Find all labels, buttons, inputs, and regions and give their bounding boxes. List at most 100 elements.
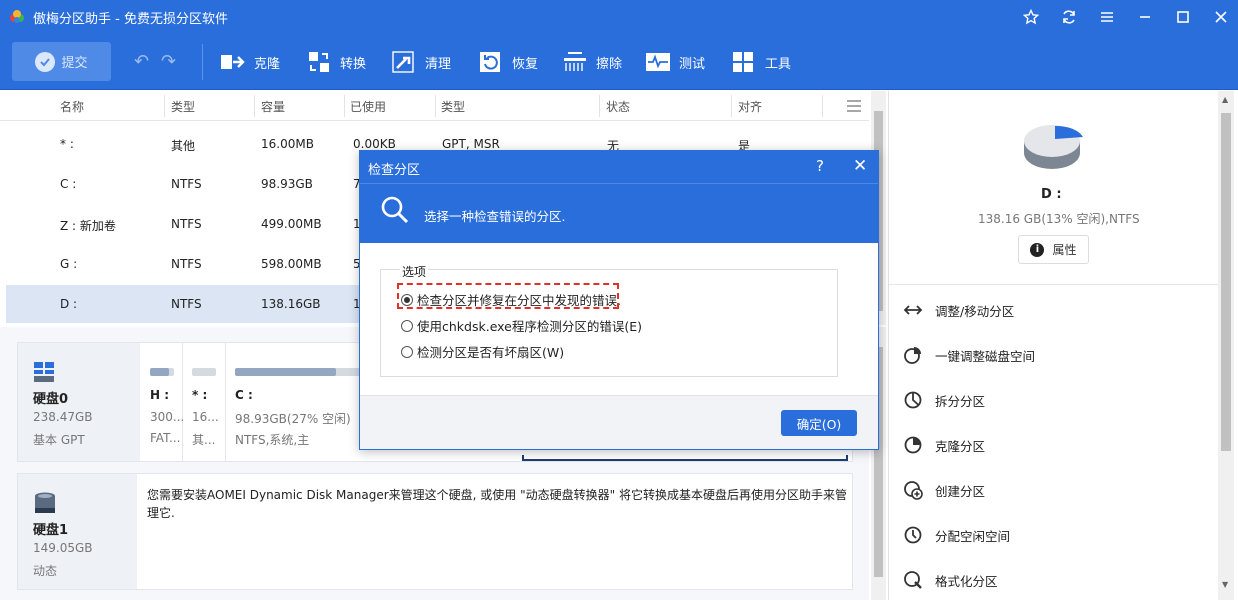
col-divider xyxy=(254,95,255,117)
col-fs-type[interactable]: 类型 xyxy=(441,98,465,115)
help-icon[interactable]: ? xyxy=(816,157,824,175)
scroll-down-icon[interactable]: ▼ xyxy=(1222,580,1228,589)
highlight-box xyxy=(397,283,619,309)
disk-usage-pie-icon xyxy=(1024,125,1083,169)
op-allocate-space[interactable]: 分配空闲空间 xyxy=(903,523,1010,547)
dialog-title: 检查分区 xyxy=(368,163,421,178)
hdd-disk-icon xyxy=(35,492,55,513)
info-icon: i xyxy=(1030,242,1045,257)
clone-icon xyxy=(221,55,245,69)
option-label: 检测分区是否有坏扇区(W) xyxy=(417,345,565,360)
disk1-name: 硬盘1 xyxy=(33,523,69,538)
minimize-icon[interactable] xyxy=(1132,5,1158,29)
operations-panel: D : 138.16 GB(13% 空闲),NTFS i 属性 调整/移动分区 … xyxy=(888,91,1219,600)
op-resize-move[interactable]: 调整/移动分区 xyxy=(903,298,1014,322)
selected-partition-block[interactable] xyxy=(522,455,848,461)
partition-block-c[interactable]: C : 98.93GB(27% 空闲) NTFS,系统,主 xyxy=(228,343,373,461)
dialog-footer: 确定(O) xyxy=(360,395,878,449)
wipe-label: 擦除 xyxy=(596,56,623,72)
ssd-disk-icon xyxy=(34,362,54,382)
undo-icon[interactable]: ↶ xyxy=(134,51,149,72)
cell-name: C : xyxy=(60,177,77,191)
clone-partition-icon xyxy=(904,436,922,454)
col-divider xyxy=(822,95,823,117)
op-format-partition[interactable]: 格式化分区 xyxy=(903,568,998,592)
wipe-icon xyxy=(564,52,586,71)
op-quick-adjust[interactable]: 一键调整磁盘空间 xyxy=(903,343,1035,367)
convert-button[interactable]: 转换 xyxy=(306,49,366,75)
col-size[interactable]: 容量 xyxy=(261,98,285,115)
recover-icon xyxy=(480,52,500,72)
option-bad-sectors[interactable]: 检测分区是否有坏扇区(W) xyxy=(401,342,564,361)
col-divider xyxy=(731,95,732,117)
partition-label: * : xyxy=(192,388,208,402)
col-type[interactable]: 类型 xyxy=(171,98,195,115)
clone-label: 克隆 xyxy=(254,56,281,72)
check-partition-dialog: 检查分区 ? ✕ 选择一种检查错误的分区. 选项 检查分区并修复在分区中发现的错… xyxy=(359,150,879,450)
properties-button[interactable]: i 属性 xyxy=(1018,235,1089,264)
partition-block[interactable]: H : 300... FAT... xyxy=(143,343,184,461)
submit-button[interactable]: 提交 xyxy=(12,42,111,81)
cleanup-label: 清理 xyxy=(425,56,452,72)
col-divider xyxy=(344,95,345,117)
wipe-button[interactable]: 擦除 xyxy=(562,49,622,75)
column-settings-icon[interactable] xyxy=(846,99,862,113)
create-partition-icon xyxy=(904,481,923,500)
scrollbar-thumb[interactable] xyxy=(1221,113,1231,451)
cell-type: 其他 xyxy=(171,139,196,153)
star-icon[interactable] xyxy=(1018,5,1044,29)
col-divider xyxy=(599,95,600,117)
disk1-card[interactable]: 硬盘1 149.05GB 动态 您需要安装AOMEI Dynamic Disk … xyxy=(17,473,853,590)
cell-name: G : xyxy=(60,257,78,271)
close-window-icon[interactable] xyxy=(1208,5,1234,29)
op-label: 创建分区 xyxy=(935,483,986,499)
op-label: 克隆分区 xyxy=(935,438,986,454)
partition-block[interactable]: * : 16... 其... xyxy=(185,343,226,461)
recover-button[interactable]: 恢复 xyxy=(478,49,538,75)
split-partition-icon xyxy=(904,391,922,409)
option-label: 使用chkdsk.exe程序检测分区的错误(E) xyxy=(417,319,643,334)
op-clone-partition[interactable]: 克隆分区 xyxy=(903,433,985,457)
operations-scrollbar[interactable]: ▲ ▼ xyxy=(1218,91,1234,600)
cleanup-button[interactable]: 清理 xyxy=(391,49,451,75)
header-divider xyxy=(360,183,878,184)
redo-icon[interactable]: ↷ xyxy=(161,51,176,72)
ok-button[interactable]: 确定(O) xyxy=(781,410,857,436)
radio-unselected[interactable] xyxy=(401,345,413,358)
col-used[interactable]: 已使用 xyxy=(350,98,386,115)
op-split-partition[interactable]: 拆分分区 xyxy=(903,388,985,412)
panel-divider xyxy=(889,284,1219,285)
allocate-space-icon xyxy=(904,526,922,544)
dialog-description: 选择一种检查错误的分区. xyxy=(424,209,566,224)
maximize-icon[interactable] xyxy=(1170,5,1196,29)
disk0-info[interactable]: 硬盘0 238.47GB 基本 GPT xyxy=(18,343,140,461)
dialog-close-icon[interactable]: ✕ xyxy=(853,156,867,176)
col-name[interactable]: 名称 xyxy=(60,98,84,115)
check-icon xyxy=(35,51,56,72)
op-create-partition[interactable]: 创建分区 xyxy=(903,478,985,502)
col-align[interactable]: 对齐 xyxy=(738,98,762,115)
refresh-icon[interactable] xyxy=(1056,5,1082,29)
tools-label: 工具 xyxy=(765,56,792,72)
disk0-name: 硬盘0 xyxy=(33,392,69,407)
cleanup-icon xyxy=(392,51,414,73)
menu-icon[interactable] xyxy=(1094,5,1120,29)
partition-usage-fill xyxy=(150,368,170,376)
col-status[interactable]: 状态 xyxy=(606,98,630,115)
col-divider xyxy=(435,95,436,117)
cell-size: 138.16GB xyxy=(261,297,321,311)
partition-label: H : xyxy=(150,388,170,402)
radio-unselected[interactable] xyxy=(401,319,413,332)
tools-button[interactable]: 工具 xyxy=(731,49,791,75)
partition-usage-fill xyxy=(235,368,336,376)
op-label: 一键调整磁盘空间 xyxy=(935,348,1036,364)
option-chkdsk[interactable]: 使用chkdsk.exe程序检测分区的错误(E) xyxy=(401,316,642,335)
clone-button[interactable]: 克隆 xyxy=(220,49,280,75)
cell-name: D : xyxy=(60,297,78,311)
test-label: 测试 xyxy=(679,56,706,72)
test-button[interactable]: 测试 xyxy=(645,49,705,75)
disk1-info[interactable]: 硬盘1 149.05GB 动态 xyxy=(18,474,137,589)
cell-size: 98.93GB xyxy=(261,177,313,191)
scroll-up-icon[interactable]: ▲ xyxy=(1222,95,1228,104)
cell-type: NTFS xyxy=(171,257,202,271)
